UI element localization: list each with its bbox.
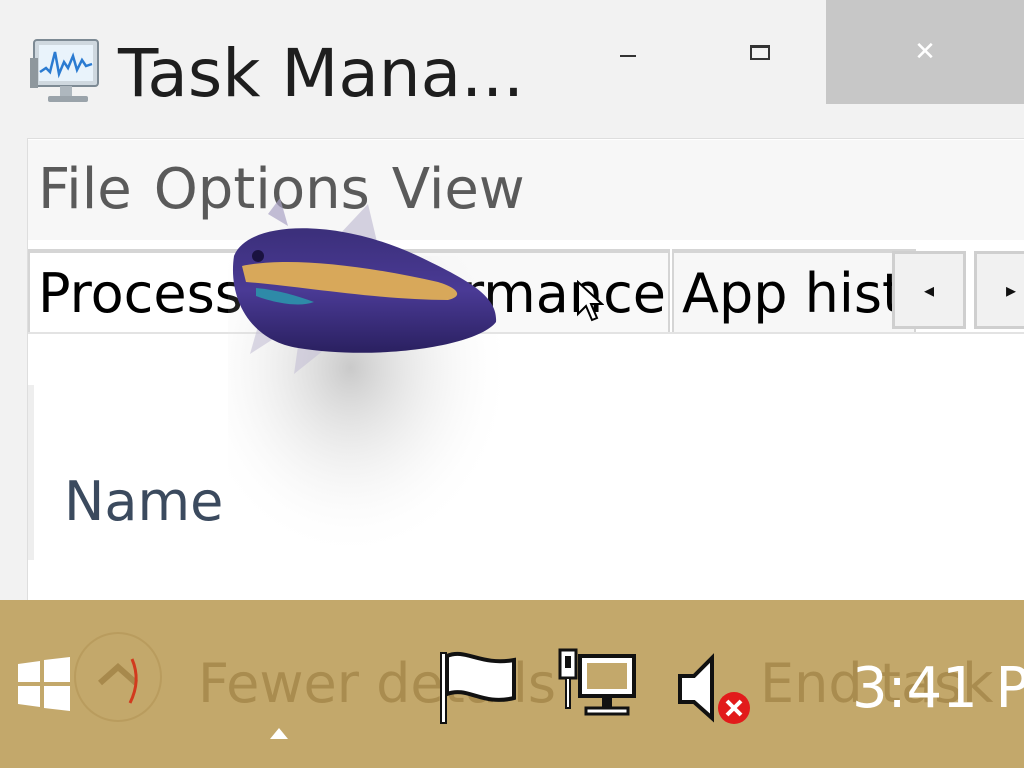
close-icon: ✕ bbox=[914, 37, 936, 67]
menu-view[interactable]: View bbox=[382, 160, 537, 220]
chevron-right-icon: ▸ bbox=[1005, 278, 1017, 302]
tab-app-history-label: App histo bbox=[682, 261, 916, 325]
task-manager-icon bbox=[30, 39, 99, 102]
menu-bar: File Options View bbox=[28, 140, 1024, 240]
taskbar-clock[interactable]: 3:41 PM bbox=[852, 656, 1024, 721]
tab-performance-label: Performance bbox=[324, 261, 666, 325]
show-hidden-icons-button[interactable] bbox=[74, 632, 162, 722]
minimize-icon bbox=[620, 55, 636, 57]
network-icon[interactable] bbox=[556, 648, 640, 720]
column-header-name[interactable]: Name bbox=[64, 470, 223, 533]
desktop-screen: Task Mana... ✕ File Options View Process… bbox=[0, 0, 1024, 768]
close-button[interactable]: ✕ bbox=[826, 0, 1024, 104]
tray-caret-icon bbox=[270, 728, 288, 739]
title-bar[interactable]: Task Mana... ✕ bbox=[0, 0, 1024, 112]
tab-performance[interactable]: Performance bbox=[324, 249, 670, 333]
action-center-flag-icon[interactable] bbox=[436, 648, 518, 728]
maximize-button[interactable] bbox=[712, 0, 808, 104]
minimize-button[interactable] bbox=[580, 0, 676, 104]
mouse-cursor-icon bbox=[577, 280, 604, 322]
tab-processes[interactable]: Processes bbox=[28, 249, 324, 333]
tab-strip: Processes Performance App histo ◂ ▸ bbox=[28, 245, 1024, 335]
chevron-left-icon: ◂ bbox=[923, 278, 935, 302]
content-edge bbox=[28, 385, 34, 560]
tab-app-history[interactable]: App histo bbox=[672, 249, 916, 333]
tab-scroll-right-button[interactable]: ▸ bbox=[974, 251, 1024, 329]
chevron-up-icon bbox=[98, 658, 138, 704]
window-title: Task Mana... bbox=[118, 35, 525, 112]
tab-processes-label: Processes bbox=[38, 261, 305, 325]
start-icon[interactable] bbox=[16, 656, 72, 712]
tab-scroll-left-button[interactable]: ◂ bbox=[892, 251, 966, 329]
tab-divider bbox=[28, 332, 1024, 334]
maximize-icon bbox=[750, 44, 770, 60]
volume-muted-icon[interactable] bbox=[674, 652, 758, 728]
menu-options[interactable]: Options bbox=[144, 160, 382, 220]
menu-file[interactable]: File bbox=[28, 160, 144, 220]
